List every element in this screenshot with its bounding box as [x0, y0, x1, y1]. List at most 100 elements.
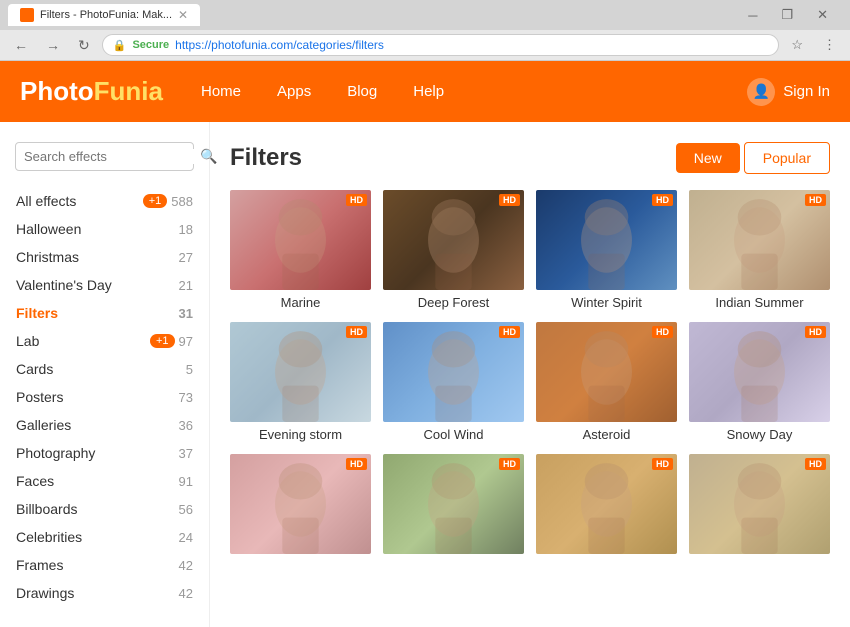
- effect-name: Marine: [230, 295, 371, 310]
- sidebar-item-photography[interactable]: Photography37: [0, 439, 209, 467]
- tab-close-button[interactable]: ✕: [178, 8, 188, 22]
- sidebar-item-frames[interactable]: Frames42: [0, 551, 209, 579]
- sidebar-badge: +1: [143, 194, 168, 208]
- refresh-button[interactable]: ↻: [72, 35, 96, 56]
- sidebar-count: 36: [179, 418, 193, 433]
- effect-image: HD: [383, 190, 524, 290]
- nav-home[interactable]: Home: [183, 61, 259, 122]
- sidebar: 🔍 All effects+1588Halloween18Christmas27…: [0, 122, 210, 627]
- effect-image: HD: [383, 454, 524, 554]
- effect-card-Asteroid[interactable]: HD Asteroid: [536, 322, 677, 442]
- sidebar-label: Billboards: [16, 501, 179, 517]
- sidebar-item-drawings[interactable]: Drawings42: [0, 579, 209, 607]
- effect-card-Snowy Day[interactable]: HD Snowy Day: [689, 322, 830, 442]
- effect-card-11[interactable]: HD: [689, 454, 830, 559]
- sidebar-count: 42: [179, 586, 193, 601]
- effect-name: Winter Spirit: [536, 295, 677, 310]
- effect-card-9[interactable]: HD: [383, 454, 524, 559]
- bookmark-button[interactable]: ☆: [785, 36, 809, 54]
- effect-image: HD: [230, 322, 371, 422]
- sidebar-label: Valentine's Day: [16, 277, 179, 293]
- effect-image: HD: [230, 190, 371, 290]
- effect-card-Evening storm[interactable]: HD Evening storm: [230, 322, 371, 442]
- sidebar-item-cards[interactable]: Cards5: [0, 355, 209, 383]
- effect-card-8[interactable]: HD: [230, 454, 371, 559]
- browser-tab[interactable]: Filters - PhotoFunia: Mak... ✕: [8, 4, 200, 26]
- new-button[interactable]: New: [676, 143, 740, 173]
- secure-label: Secure: [132, 39, 169, 51]
- effect-image: HD: [536, 322, 677, 422]
- sidebar-item-billboards[interactable]: Billboards56: [0, 495, 209, 523]
- popular-button[interactable]: Popular: [744, 142, 830, 174]
- hd-badge: HD: [805, 458, 826, 470]
- close-button[interactable]: ✕: [811, 6, 834, 24]
- effect-image: HD: [689, 454, 830, 554]
- restore-button[interactable]: ❐: [775, 6, 799, 24]
- effect-name: Indian Summer: [689, 295, 830, 310]
- browser-chrome: Filters - PhotoFunia: Mak... ✕ ─ ❐ ✕ ← →…: [0, 0, 850, 61]
- sidebar-count: 97: [179, 334, 193, 349]
- hd-badge: HD: [499, 194, 520, 206]
- sidebar-item-all-effects[interactable]: All effects+1588: [0, 187, 209, 215]
- sidebar-count: 42: [179, 558, 193, 573]
- url-text: https://photofunia.com/categories/filter…: [175, 38, 384, 52]
- hd-badge: HD: [805, 194, 826, 206]
- effect-name: Asteroid: [536, 427, 677, 442]
- page-content: 🔍 All effects+1588Halloween18Christmas27…: [0, 122, 850, 627]
- tab-favicon: [20, 8, 34, 22]
- effect-image: HD: [689, 190, 830, 290]
- user-icon: 👤: [747, 78, 775, 106]
- effect-image: HD: [689, 322, 830, 422]
- sidebar-item-galleries[interactable]: Galleries36: [0, 411, 209, 439]
- forward-button[interactable]: →: [40, 35, 66, 55]
- effect-card-Winter Spirit[interactable]: HD Winter Spirit: [536, 190, 677, 310]
- sidebar-count: 5: [186, 362, 193, 377]
- sidebar-item-halloween[interactable]: Halloween18: [0, 215, 209, 243]
- effect-card-Marine[interactable]: HD Marine: [230, 190, 371, 310]
- sidebar-item-posters[interactable]: Posters73: [0, 383, 209, 411]
- hd-badge: HD: [652, 458, 673, 470]
- search-input[interactable]: [24, 149, 200, 164]
- effect-card-10[interactable]: HD: [536, 454, 677, 559]
- sidebar-item-lab[interactable]: Lab+1 97: [0, 327, 209, 355]
- effects-grid: HD Marine HD Deep Forest HD Winter Spiri…: [230, 190, 830, 559]
- sidebar-label: Posters: [16, 389, 179, 405]
- sidebar-items: All effects+1588Halloween18Christmas27Va…: [0, 187, 209, 607]
- sidebar-item-faces[interactable]: Faces91: [0, 467, 209, 495]
- logo[interactable]: PhotoFunia: [20, 66, 183, 117]
- sign-in-label: Sign In: [783, 83, 830, 100]
- sidebar-item-filters[interactable]: Filters31: [0, 299, 209, 327]
- sidebar-label: Celebrities: [16, 529, 179, 545]
- sidebar-item-christmas[interactable]: Christmas27: [0, 243, 209, 271]
- search-box[interactable]: 🔍: [15, 142, 194, 171]
- sidebar-label: Halloween: [16, 221, 179, 237]
- effect-name: Snowy Day: [689, 427, 830, 442]
- hd-badge: HD: [499, 326, 520, 338]
- effect-card-Deep Forest[interactable]: HD Deep Forest: [383, 190, 524, 310]
- nav-links: Home Apps Blog Help: [183, 61, 462, 122]
- effect-name: Cool Wind: [383, 427, 524, 442]
- url-bar[interactable]: 🔒 Secure https://photofunia.com/categori…: [102, 34, 780, 56]
- nav-apps[interactable]: Apps: [259, 61, 329, 122]
- sidebar-label: Lab: [16, 333, 150, 349]
- menu-button[interactable]: ⋮: [817, 36, 842, 54]
- main-header: Filters New Popular: [230, 142, 830, 174]
- effect-card-Indian Summer[interactable]: HD Indian Summer: [689, 190, 830, 310]
- hd-badge: HD: [652, 326, 673, 338]
- hd-badge: HD: [805, 326, 826, 338]
- sidebar-badge: +1: [150, 334, 175, 348]
- sidebar-item-celebrities[interactable]: Celebrities24: [0, 523, 209, 551]
- effect-card-Cool Wind[interactable]: HD Cool Wind: [383, 322, 524, 442]
- sidebar-label: Drawings: [16, 585, 179, 601]
- sidebar-label: Photography: [16, 445, 179, 461]
- nav-blog[interactable]: Blog: [329, 61, 395, 122]
- back-button[interactable]: ←: [8, 35, 34, 55]
- nav-help[interactable]: Help: [395, 61, 462, 122]
- minimize-button[interactable]: ─: [742, 6, 763, 24]
- effect-image: HD: [536, 190, 677, 290]
- sign-in-area[interactable]: 👤 Sign In: [747, 78, 830, 106]
- effect-image: HD: [230, 454, 371, 554]
- effect-name: Deep Forest: [383, 295, 524, 310]
- sidebar-label: Cards: [16, 361, 186, 377]
- sidebar-item-valentines-day[interactable]: Valentine's Day21: [0, 271, 209, 299]
